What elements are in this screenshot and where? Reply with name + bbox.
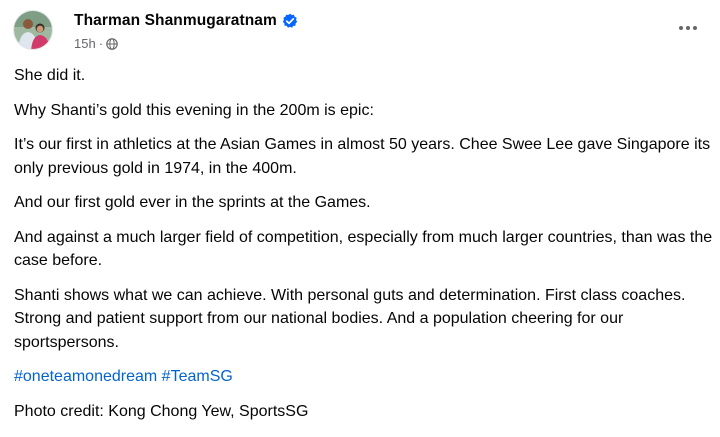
facebook-post: Tharman Shanmugaratnam 15h · She did it.… [0, 0, 720, 437]
more-options-icon [679, 26, 683, 30]
more-dot [686, 26, 690, 30]
author-name[interactable]: Tharman Shanmugaratnam [74, 12, 277, 30]
hashtag-link[interactable]: #TeamSG [162, 368, 233, 385]
more-options-button[interactable] [674, 18, 702, 38]
globe-icon[interactable] [106, 37, 118, 50]
more-dot [693, 26, 697, 30]
author-name-row: Tharman Shanmugaratnam [74, 12, 298, 30]
post-body: She did it. Why Shanti’s gold this eveni… [14, 64, 714, 434]
post-paragraph: It’s our first in athletics at the Asian… [14, 136, 711, 177]
author-avatar[interactable] [13, 10, 53, 50]
post-timestamp[interactable]: 15h [74, 36, 96, 51]
hashtags-line: #oneteamonedream #TeamSG [14, 365, 714, 389]
meta-separator: · [98, 36, 104, 51]
post-paragraph: And our first gold ever in the sprints a… [14, 194, 371, 211]
verified-badge-icon [282, 13, 298, 28]
hashtag-link[interactable]: #oneteamonedream [14, 368, 157, 385]
post-paragraph: She did it. [14, 67, 86, 84]
photo-credit: Photo credit: Kong Chong Yew, SportsSG [14, 402, 309, 420]
post-paragraph: And against a much larger field of compe… [14, 228, 713, 270]
post-meta: 15h · [74, 36, 118, 51]
avatar-photo [14, 11, 52, 49]
post-paragraph: Why Shanti’s gold this evening in the 20… [14, 101, 374, 119]
post-paragraph: Shanti shows what we can achieve. With p… [14, 286, 686, 351]
